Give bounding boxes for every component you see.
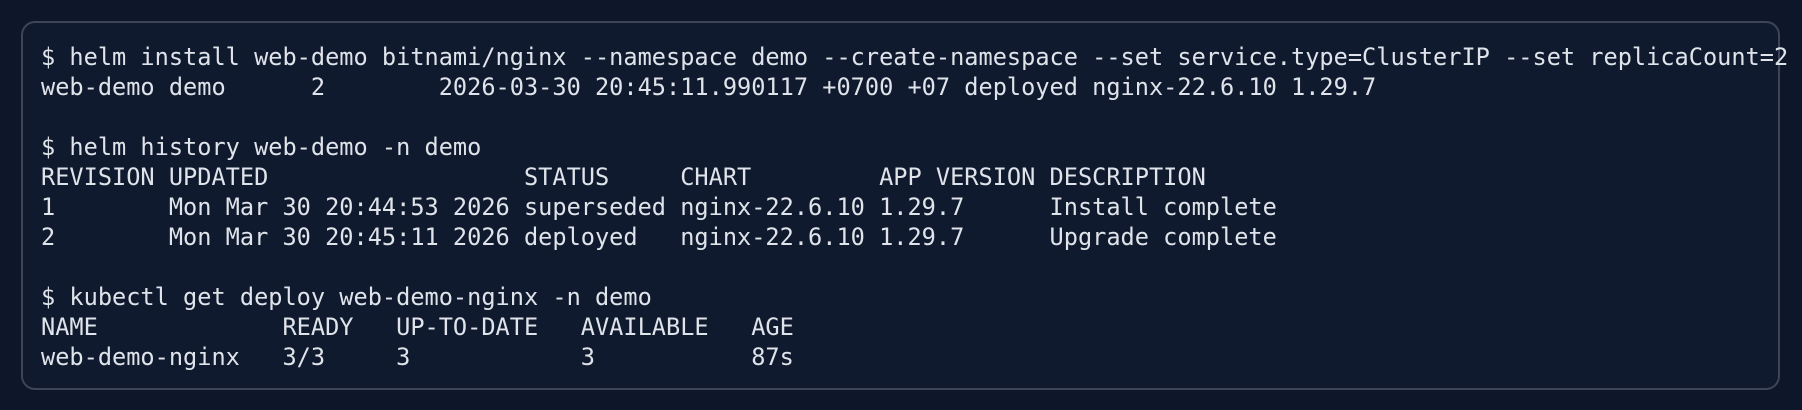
output-line: web-demo demo 2 2026-03-30 20:45:11.9901… (41, 73, 1377, 101)
terminal-window[interactable]: $ helm install web-demo bitnami/nginx --… (21, 21, 1789, 390)
command-line: $ kubectl get deploy web-demo-nginx -n d… (41, 283, 652, 311)
command-line: $ helm install web-demo bitnami/nginx --… (41, 43, 1789, 71)
table-header: NAME READY UP-TO-DATE AVAILABLE AGE (41, 313, 794, 341)
command-block-helm-history: $ helm history web-demo -n demo REVISION… (41, 132, 1778, 252)
table-row: web-demo-nginx 3/3 3 3 87s (41, 343, 794, 371)
table-header: REVISION UPDATED STATUS CHART APP VERSIO… (41, 163, 1206, 191)
table-row: 2 Mon Mar 30 20:45:11 2026 deployed ngin… (41, 223, 1277, 251)
table-row: 1 Mon Mar 30 20:44:53 2026 superseded ng… (41, 193, 1277, 221)
command-line: $ helm history web-demo -n demo (41, 133, 482, 161)
command-block-helm-install: $ helm install web-demo bitnami/nginx --… (41, 42, 1789, 102)
command-block-kubectl-get: $ kubectl get deploy web-demo-nginx -n d… (41, 282, 1778, 372)
